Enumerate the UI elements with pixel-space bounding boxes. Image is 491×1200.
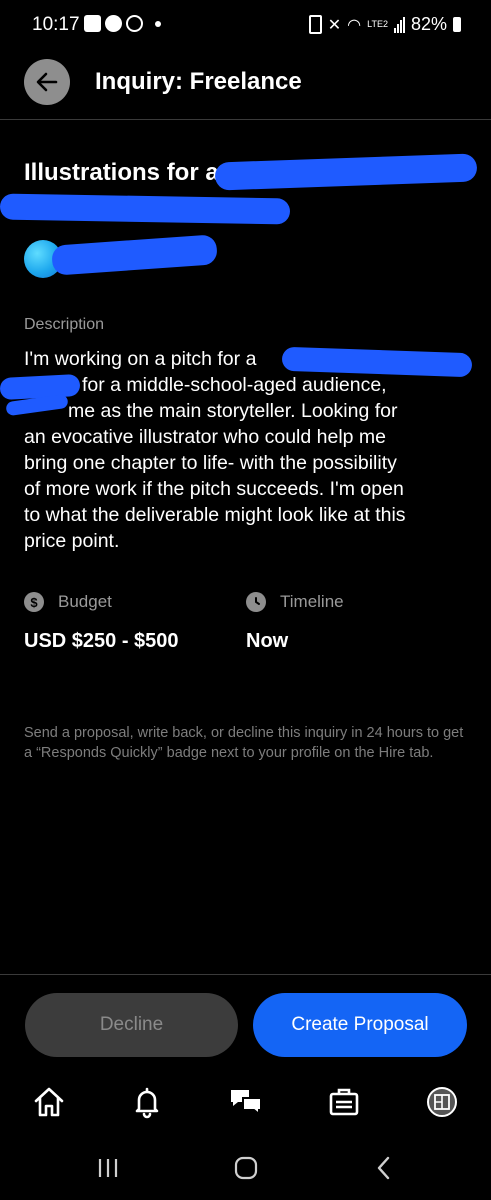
budget-section: $ Budget USD $250 - $500: [24, 592, 224, 653]
gallery-icon: [84, 15, 101, 32]
description-line: an evocative illustrator who could help …: [24, 426, 387, 448]
battery-icon: [453, 17, 461, 32]
mute-icon: ✕: [327, 16, 342, 34]
timeline-label: Timeline: [280, 592, 344, 611]
description-line: bring one chapter to life- with the poss…: [24, 452, 397, 474]
tab-messages[interactable]: [224, 1080, 268, 1124]
back-button[interactable]: [24, 59, 70, 105]
inquiry-title-text: Illustrations for a: [24, 159, 219, 186]
timeline-section: Timeline Now: [246, 592, 446, 653]
whatsapp-icon: [126, 15, 143, 32]
create-proposal-button[interactable]: Create Proposal: [253, 993, 467, 1057]
dollar-icon: $: [24, 592, 44, 612]
system-back-button[interactable]: [364, 1150, 404, 1186]
battery-level: 82%: [410, 14, 447, 34]
responds-quickly-note: Send a proposal, write back, or decline …: [24, 725, 464, 761]
description-line: for a middle-school-aged audience,: [82, 374, 387, 396]
tab-home[interactable]: [27, 1080, 71, 1124]
notification-icons: [84, 15, 161, 32]
bell-icon: [135, 1087, 159, 1119]
page-title: Inquiry: Freelance: [95, 68, 302, 95]
home-button[interactable]: [226, 1150, 266, 1186]
description-text: I'm working on a pitch for a for a middl…: [24, 346, 474, 554]
signal-icon: [393, 16, 405, 33]
description-line: to what the deliverable might look like …: [24, 504, 406, 526]
decline-button[interactable]: Decline: [25, 993, 238, 1057]
arrow-left-icon: [36, 72, 58, 92]
home-circle-icon: [234, 1156, 258, 1180]
description-line: me as the main storyteller. Looking for: [68, 400, 398, 422]
budget-value: USD $250 - $500: [24, 630, 179, 652]
tab-profile[interactable]: [420, 1080, 464, 1124]
budget-label: Budget: [58, 592, 112, 611]
status-right: ✕ ◠ LTE2 82%: [308, 14, 461, 35]
redaction-mark: [0, 193, 291, 225]
header-divider: [0, 119, 491, 120]
redaction-mark: [51, 234, 218, 276]
redaction-mark: [0, 373, 81, 401]
portfolio-icon: [427, 1087, 457, 1117]
recent-apps-button[interactable]: [88, 1150, 128, 1186]
wifi-icon: ◠: [347, 16, 362, 34]
message-icon: [105, 15, 122, 32]
timeline-value: Now: [246, 630, 289, 652]
battery-saver-icon: [308, 15, 322, 34]
description-line: of more work if the pitch succeeds. I'm …: [24, 478, 404, 500]
lte-label: LTE2: [367, 19, 388, 29]
actions-divider: [0, 974, 491, 975]
description-line: price point.: [24, 530, 120, 552]
more-notifications-icon: [155, 20, 161, 27]
tab-hire[interactable]: [322, 1080, 366, 1124]
chevron-left-icon: [377, 1156, 390, 1180]
chat-icon: [231, 1090, 262, 1117]
clock-icon: [246, 592, 266, 612]
briefcase-icon: [329, 1088, 359, 1116]
tab-notifications[interactable]: [125, 1080, 169, 1124]
home-icon: [34, 1087, 64, 1117]
recents-icon: [98, 1159, 118, 1177]
status-bar: 10:17 ✕ ◠ LTE2 82%: [0, 0, 491, 52]
status-time: 10:17: [32, 14, 80, 35]
description-label: Description: [24, 316, 105, 333]
